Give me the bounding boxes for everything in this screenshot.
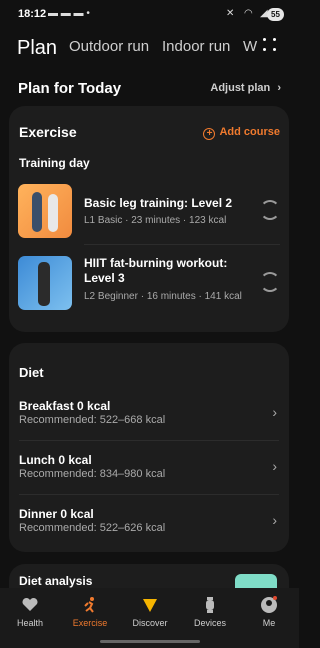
meal-recommended: Recommended: 834–980 kcal [19,468,166,480]
meal-recommended: Recommended: 522–626 kcal [19,522,166,534]
meal-item-dinner[interactable]: Dinner 0 kcal Recommended: 522–626 kcal … [19,501,279,549]
add-course-label: Add course [219,126,280,138]
nav-me[interactable]: Me [239,596,299,628]
plan-header: Plan for Today Adjust plan › [0,70,299,102]
nav-label: Devices [193,618,226,628]
meal-name: Breakfast 0 kcal [19,399,111,413]
course-name: Basic leg training: Level 2 [84,196,233,210]
divider [19,494,279,495]
heart-pulse-icon [22,597,38,611]
tab-more[interactable]: W [243,38,257,55]
meal-item-breakfast[interactable]: Breakfast 0 kcal Recommended: 522–668 kc… [19,393,279,441]
diet-card: Diet Breakfast 0 kcal Recommended: 522–6… [9,343,289,552]
diet-title: Diet [19,365,44,380]
home-indicator [100,640,200,643]
adjust-plan-link[interactable]: Adjust plan › [210,82,281,94]
course-thumbnail [18,184,72,238]
top-tab-bar: Plan Outdoor run Indoor run W [0,30,299,70]
course-thumbnail [18,256,72,310]
nav-discover[interactable]: Discover [120,596,180,628]
status-time: 18:12 [18,8,47,20]
tab-plan[interactable]: Plan [17,37,57,60]
course-item[interactable]: HIIT fat-burning workout: Level 3 L2 Beg… [18,256,280,318]
plus-circle-icon: + [203,128,216,140]
course-name: HIIT fat-burning workout: Level 3 [84,256,228,285]
nav-label: Discover [132,618,168,628]
running-icon [84,597,94,613]
nav-label: Exercise [72,618,108,628]
notification-icons: ▬ ▬ ▬ • [48,8,90,19]
divider [84,244,280,245]
add-course-button[interactable]: + Add course [203,126,280,140]
chevron-right-icon: › [277,82,281,94]
chevron-right-icon: › [272,458,277,474]
chevron-right-icon: › [272,404,277,420]
battery-indicator: 55 [267,8,284,21]
tab-indoor-run[interactable]: Indoor run [162,38,230,55]
tab-outdoor-run[interactable]: Outdoor run [69,38,149,55]
nav-label: Me [262,618,276,628]
bottom-nav: Health Exercise Discover Devices Me [0,588,299,648]
grid-menu-icon[interactable] [263,38,279,54]
meal-name: Lunch 0 kcal [19,453,92,467]
exercise-title: Exercise [19,124,77,140]
chevron-right-icon: › [272,512,277,528]
nav-health[interactable]: Health [0,596,60,628]
wifi-icon: ◠ [244,8,253,19]
status-bar: 18:12 ▬ ▬ ▬ • ✕ ◠ ◢ 55 [0,0,299,30]
meal-item-lunch[interactable]: Lunch 0 kcal Recommended: 834–980 kcal › [19,447,279,495]
nav-exercise[interactable]: Exercise [60,596,120,628]
refresh-icon[interactable] [260,272,280,292]
course-meta: L1 Basic · 23 minutes · 123 kcal [84,215,227,226]
mute-icon: ✕ [226,8,235,19]
diet-analysis-title: Diet analysis [19,574,93,588]
watch-icon [206,597,214,613]
meal-recommended: Recommended: 522–668 kcal [19,414,166,426]
nav-label: Health [16,618,43,628]
refresh-icon[interactable] [260,200,280,220]
exercise-card: Exercise + Add course Training day Basic … [9,106,289,332]
course-meta: L2 Beginner · 16 minutes · 141 kcal [84,291,242,302]
course-item[interactable]: Basic leg training: Level 2 L1 Basic · 2… [18,184,280,240]
nav-devices[interactable]: Devices [180,596,240,628]
plan-title: Plan for Today [18,80,122,97]
training-day-label: Training day [19,156,90,170]
adjust-plan-label: Adjust plan [210,82,271,94]
meal-name: Dinner 0 kcal [19,507,94,521]
profile-icon [261,596,277,613]
divider [19,440,279,441]
discover-icon [143,599,157,612]
